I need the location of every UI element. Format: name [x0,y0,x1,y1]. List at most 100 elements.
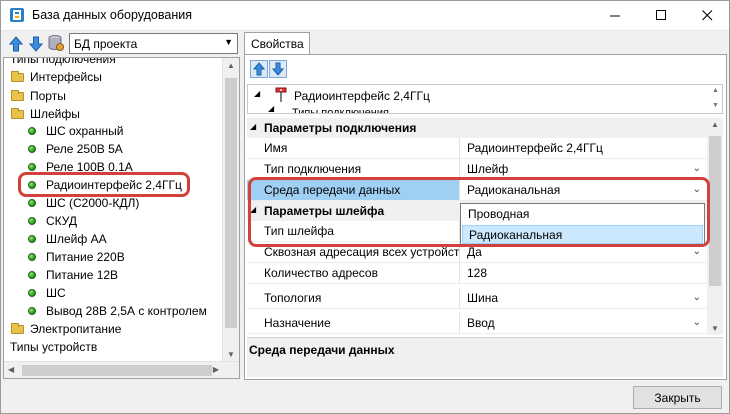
source-select[interactable]: БД проекта ▼ [69,33,238,54]
app-icon [9,7,25,23]
move-down-button[interactable] [27,35,45,53]
close-button[interactable]: Закрыть [633,386,722,409]
folder-icon [11,322,24,334]
row-name[interactable]: Имя Радиоинтерфейс 2,4ГГц [247,138,707,159]
title-bar: База данных оборудования [0,0,730,31]
scroll-thumb[interactable] [225,78,237,328]
move-up-button[interactable] [7,35,25,53]
arrow-up-icon [253,62,265,76]
arrow-up-icon [9,36,23,52]
green-dot-icon [28,253,36,261]
chevron-down-icon[interactable]: ⌄ [693,313,701,333]
window-title: База данных оборудования [32,8,192,22]
props-move-down-button[interactable] [269,60,287,78]
props-move-up-button[interactable] [250,60,268,78]
collapse-triangle-icon[interactable]: ◢ [250,122,256,131]
tree-highlight-annotation [18,172,190,197]
close-window-button[interactable] [684,0,730,31]
row-purpose-text: Ввод [467,316,495,330]
scroll-down-icon[interactable]: ▼ [712,102,719,109]
scroll-up-icon[interactable]: ▲ [712,87,719,94]
tree-item-label: Питание 220В [46,250,125,264]
antenna-icon [274,87,288,106]
green-dot-icon [28,163,36,171]
database-settings-button[interactable] [48,34,64,52]
arrow-down-icon [29,36,43,52]
row-name-value[interactable]: Радиоинтерфейс 2,4ГГц [460,138,707,159]
chevron-down-icon: ▼ [224,37,233,47]
tree-item[interactable]: Вывод 28В 2,5А с контролем [28,302,207,320]
category-connection[interactable]: ◢ Параметры подключения [247,118,707,139]
row-topology-text: Шина [467,291,499,305]
tree-item[interactable]: Питание 12В [28,266,118,284]
row-name-label: Имя [247,138,460,159]
minimize-button[interactable] [592,0,638,31]
row-topology-value[interactable]: Шина ⌄ [460,288,707,309]
row-addr-count-value[interactable]: 128 [460,263,707,284]
tree-item[interactable]: Шлейфы [11,105,80,123]
scroll-left-icon[interactable]: ◀ [8,365,14,374]
folder-icon [11,89,24,101]
row-purpose[interactable]: Назначение Ввод ⌄ [247,313,707,334]
tree-item[interactable]: Реле 250В 5А [28,140,123,158]
dropdown-highlight-annotation [248,177,710,247]
row-addr-count[interactable]: Количество адресов 128 [247,263,707,284]
tree-item[interactable]: ШС [28,284,66,302]
scroll-up-icon[interactable]: ▲ [227,61,235,70]
tree-item-label: Электропитание [30,322,122,336]
scroll-right-icon[interactable]: ▶ [213,365,219,374]
row-topology[interactable]: Топология Шина ⌄ [247,288,707,309]
folder-icon [11,70,24,82]
header-item-name: Радиоинтерфейс 2,4ГГц [294,89,430,103]
scroll-thumb[interactable] [709,136,721,286]
tree-item[interactable]: Типы устройств [10,338,97,356]
scroll-thumb-horizontal[interactable] [22,365,212,376]
row-purpose-label: Назначение [247,313,460,334]
tree-horizontal-scrollbar[interactable]: ◀ ▶ [4,361,239,378]
header-sub-item: Типы подключения [292,107,389,113]
green-dot-icon [28,235,36,243]
tree-item[interactable]: Шлейф АА [28,230,107,248]
tree-item[interactable]: Интерфейсы [11,68,102,86]
tree-item-label: Типы подключения [10,57,116,66]
tree-vertical-scrollbar[interactable]: ▲ ▼ [222,58,239,362]
tree-item-label: СКУД [46,214,78,228]
scroll-down-icon[interactable]: ▼ [711,324,719,333]
equipment-tree[interactable]: Типы подключения Интерфейсы Порты Шлейфы ШС … [3,57,240,379]
collapse-triangle-icon[interactable]: ◢ [254,89,260,98]
tree-item[interactable]: СКУД [28,212,77,230]
tree-item-label: Вывод 28В 2,5А с контролем [46,304,207,318]
arrow-down-icon [272,62,284,76]
tab-properties[interactable]: Свойства [244,32,310,55]
green-dot-icon [28,199,36,207]
scroll-up-icon[interactable]: ▲ [711,120,719,129]
row-topology-label: Топология [247,288,460,309]
collapse-triangle-icon[interactable]: ◢ [268,104,274,113]
tree-item[interactable]: Электропитание [11,320,121,338]
row-addr-count-label: Количество адресов [247,263,460,284]
tree-item[interactable]: Типы подключения [10,57,116,68]
maximize-button[interactable] [638,0,684,31]
row-conn-type-text: Шлейф [467,162,509,176]
tab-properties-label: Свойства [251,37,304,51]
tree-item-label: Интерфейсы [30,70,102,84]
scroll-down-icon[interactable]: ▼ [227,350,235,359]
tree-item[interactable]: Порты [11,87,66,105]
chevron-down-icon[interactable]: ⌄ [693,288,701,308]
tree-item-label: Шлейф АА [46,232,107,246]
folder-icon [11,107,24,119]
tree-item-label: ШС охранный [46,124,124,138]
row-purpose-value[interactable]: Ввод ⌄ [460,313,707,334]
chevron-down-icon[interactable]: ⌄ [693,159,701,179]
tree-item[interactable]: ШС охранный [28,122,123,140]
description-title: Среда передачи данных [249,343,395,357]
database-gear-icon [48,35,64,51]
green-dot-icon [28,217,36,225]
tree-item-label: Порты [30,89,66,103]
tree-item-label: Шлейфы [30,107,80,121]
selected-item-header: ◢ Радиоинтерфейс 2,4ГГц ◢ Типы подключен… [247,84,723,114]
source-select-value: БД проекта [74,37,138,51]
description-panel: Среда передачи данных [247,337,723,377]
tree-item[interactable]: Питание 220В [28,248,125,266]
tree-item-label: Типы устройств [10,340,98,354]
